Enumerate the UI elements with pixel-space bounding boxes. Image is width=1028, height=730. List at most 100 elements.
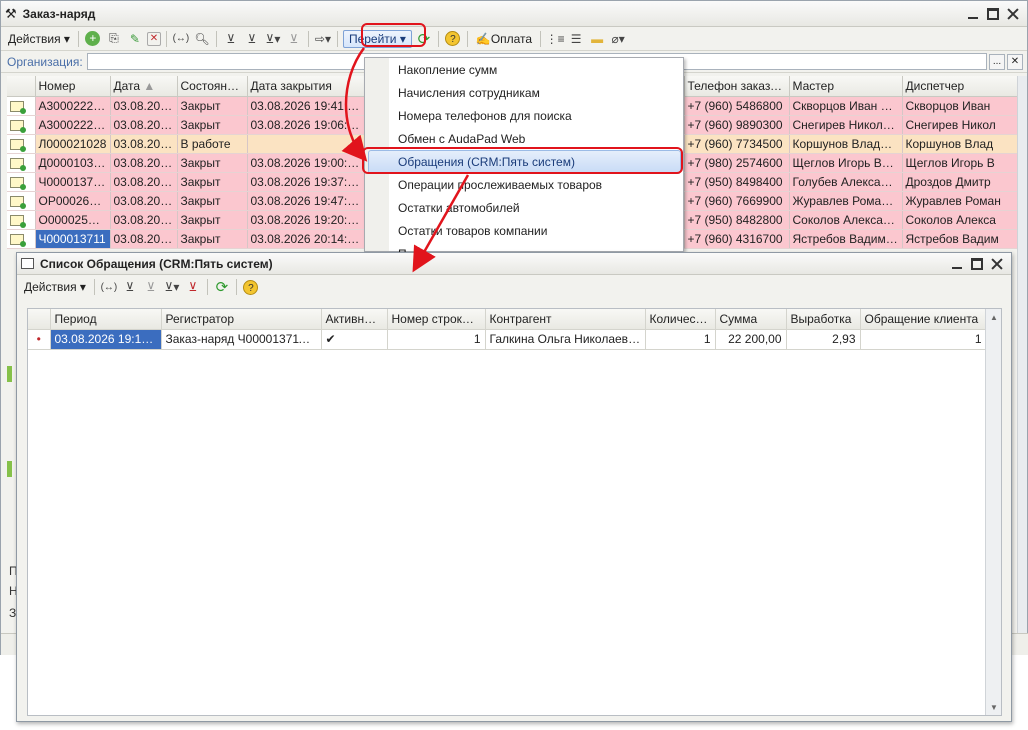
cell-phone[interactable]: +7 (950) 8482800 xyxy=(684,210,790,230)
crm-scrollbar[interactable]: ▲ ▼ xyxy=(985,309,1001,715)
cell-date[interactable]: 03.08.2026 xyxy=(110,210,178,230)
col-registrar[interactable]: Регистратор xyxy=(161,309,322,330)
edit-icon[interactable]: ✎ xyxy=(126,30,144,48)
help-icon[interactable]: ? xyxy=(242,278,260,296)
add-icon[interactable]: + xyxy=(84,30,102,48)
transfer-icon[interactable]: ⇨▾ xyxy=(314,30,332,48)
cell-dispatcher[interactable]: Дроздов Дмитр xyxy=(902,172,1020,192)
cell-date[interactable]: 03.08.2026 xyxy=(110,172,178,192)
cell-closed-date[interactable]: 03.08.2026 19:47:44 xyxy=(247,191,365,211)
col-period[interactable]: Период xyxy=(50,309,162,330)
filter-icon[interactable]: ⊻ xyxy=(222,30,240,48)
cell-closed-date[interactable]: 03.08.2026 19:20:31 xyxy=(247,210,365,230)
menu-item-company-goods[interactable]: Остатки товаров компании xyxy=(398,220,547,242)
col-state[interactable]: Состояние... xyxy=(177,76,248,97)
cell-dispatcher[interactable]: Щеглов Игорь В xyxy=(902,153,1020,173)
folder-icon[interactable]: ▬ xyxy=(588,30,606,48)
cell-number[interactable]: ОР00026404 xyxy=(35,191,111,211)
cell-date[interactable]: 03.08.2026 xyxy=(110,229,178,249)
col-quantity[interactable]: Количество xyxy=(645,309,716,330)
cell-date[interactable]: 03.08.2026 xyxy=(110,115,178,135)
maximize-button[interactable] xyxy=(971,257,983,270)
cell-closed-date[interactable]: 03.08.2026 19:41:08 xyxy=(247,96,365,116)
help-icon[interactable]: ? xyxy=(444,30,462,48)
structure-icon[interactable]: (↔) xyxy=(100,278,118,296)
col-activity[interactable]: Активность xyxy=(321,309,388,330)
col-closed-date[interactable]: Дата закрытия xyxy=(247,76,365,97)
actions-menu[interactable]: Действия ▾ xyxy=(21,280,89,294)
cell-dispatcher[interactable]: Соколов Алекса xyxy=(902,210,1020,230)
filter-list-icon[interactable]: ⊻▾ xyxy=(264,30,282,48)
cell-phone[interactable]: +7 (960) 9890300 xyxy=(684,115,790,135)
cell-number[interactable]: Ч000013711 xyxy=(35,229,111,249)
cell-number[interactable]: Л000021028 xyxy=(35,134,111,154)
filter-selection-icon[interactable]: ⊻ xyxy=(243,30,261,48)
scroll-up-icon[interactable]: ▲ xyxy=(986,309,1002,325)
scroll-down-icon[interactable]: ▼ xyxy=(986,699,1002,715)
cell-closed-date[interactable]: 03.08.2026 19:37:40 xyxy=(247,172,365,192)
clear-button[interactable]: ✕ xyxy=(1007,53,1023,70)
close-button[interactable] xyxy=(991,258,1003,270)
cell-state[interactable]: Закрыт xyxy=(177,191,248,211)
cell-state[interactable]: Закрыт xyxy=(177,115,248,135)
cell-closed-date[interactable]: 03.08.2026 20:14:01 xyxy=(247,229,365,249)
menu-item-traceable-goods[interactable]: Операции прослеживаемых товаров xyxy=(398,174,602,196)
cell-closed-date[interactable]: 03.08.2026 19:00:54 xyxy=(247,153,365,173)
cell-dispatcher[interactable]: Скворцов Иван xyxy=(902,96,1020,116)
menu-item-car-stock[interactable]: Остатки автомобилей xyxy=(398,197,520,219)
search-icon[interactable]: 🔍︎ xyxy=(193,30,211,48)
cell-active[interactable]: ✔ xyxy=(321,329,388,350)
col-master[interactable]: Мастер xyxy=(789,76,903,97)
filter-clear-icon[interactable]: ⊻ xyxy=(285,30,303,48)
cell-state[interactable]: Закрыт xyxy=(177,229,248,249)
structure-icon[interactable]: (↔) xyxy=(172,30,190,48)
cell-master[interactable]: Коршунов Владисл... xyxy=(789,134,903,154)
cell-master[interactable]: Соколов Александ... xyxy=(789,210,903,230)
col-output[interactable]: Выработка xyxy=(786,309,861,330)
cell-master[interactable]: Голубев Александ... xyxy=(789,172,903,192)
cell-request[interactable]: 1 xyxy=(860,329,987,350)
actions-menu[interactable]: Действия ▾ xyxy=(5,32,73,46)
cell-state[interactable]: Закрыт xyxy=(177,210,248,230)
cell-master[interactable]: Скворцов Иван Се... xyxy=(789,96,903,116)
filter-selection-icon[interactable]: ⊻ xyxy=(142,278,160,296)
cell-output[interactable]: 2,93 xyxy=(786,329,861,350)
cell-closed-date[interactable]: 03.08.2026 19:06:03 xyxy=(247,115,365,135)
cell-phone[interactable]: +7 (960) 7734500 xyxy=(684,134,790,154)
cell-master[interactable]: Журавлев Роман ... xyxy=(789,191,903,211)
cell-phone[interactable]: +7 (950) 8498400 xyxy=(684,172,790,192)
cell-number[interactable]: А300022254 xyxy=(35,96,111,116)
cell-date[interactable]: 03.08.2026 xyxy=(110,153,178,173)
menu-item-accumulation[interactable]: Накопление сумм xyxy=(398,59,497,81)
cell-state[interactable]: В работе xyxy=(177,134,248,154)
cell-dispatcher[interactable]: Ястребов Вадим xyxy=(902,229,1020,249)
minimize-button[interactable] xyxy=(951,258,963,270)
cell-master[interactable]: Ястребов Вадим А... xyxy=(789,229,903,249)
col-dispatcher[interactable]: Диспетчер xyxy=(902,76,1020,97)
col-sum[interactable]: Сумма xyxy=(715,309,787,330)
cell-closed-date[interactable] xyxy=(247,134,365,154)
maximize-button[interactable] xyxy=(987,7,999,20)
cell-phone[interactable]: +7 (960) 7669900 xyxy=(684,191,790,211)
col-phone[interactable]: Телефон заказчи... xyxy=(684,76,790,97)
cell-phone[interactable]: +7 (960) 4316700 xyxy=(684,229,790,249)
cell-dispatcher[interactable]: Журавлев Роман xyxy=(902,191,1020,211)
cell-sum[interactable]: 22 200,00 xyxy=(715,329,787,350)
close-button[interactable] xyxy=(1007,8,1019,20)
select-button[interactable]: ... xyxy=(989,53,1005,70)
cell-registrar[interactable]: Заказ-наряд Ч000013711 от... xyxy=(161,329,322,350)
col-counterparty[interactable]: Контрагент xyxy=(485,309,646,330)
cell-phone[interactable]: +7 (960) 5486800 xyxy=(684,96,790,116)
col-number[interactable]: Номер xyxy=(35,76,111,97)
refresh-icon[interactable]: ⟳ xyxy=(213,278,231,296)
cell-date[interactable]: 03.08.2026 xyxy=(110,96,178,116)
table-row[interactable]: • 03.08.2026 19:17:27 Заказ-наряд Ч00001… xyxy=(28,329,987,350)
cell-date[interactable]: 03.08.2026 xyxy=(110,191,178,211)
cell-partner[interactable]: Галкина Ольга Николаевна xyxy=(485,329,646,350)
col-client-request[interactable]: Обращение клиента xyxy=(860,309,987,330)
menu-item-phone-numbers[interactable]: Номера телефонов для поиска xyxy=(398,105,572,127)
col-line-number[interactable]: Номер строки ▲ xyxy=(387,309,486,330)
minimize-button[interactable] xyxy=(967,8,979,20)
menu-item-employee-accruals[interactable]: Начисления сотрудникам xyxy=(398,82,540,104)
cell-number[interactable]: Д000010391 xyxy=(35,153,111,173)
